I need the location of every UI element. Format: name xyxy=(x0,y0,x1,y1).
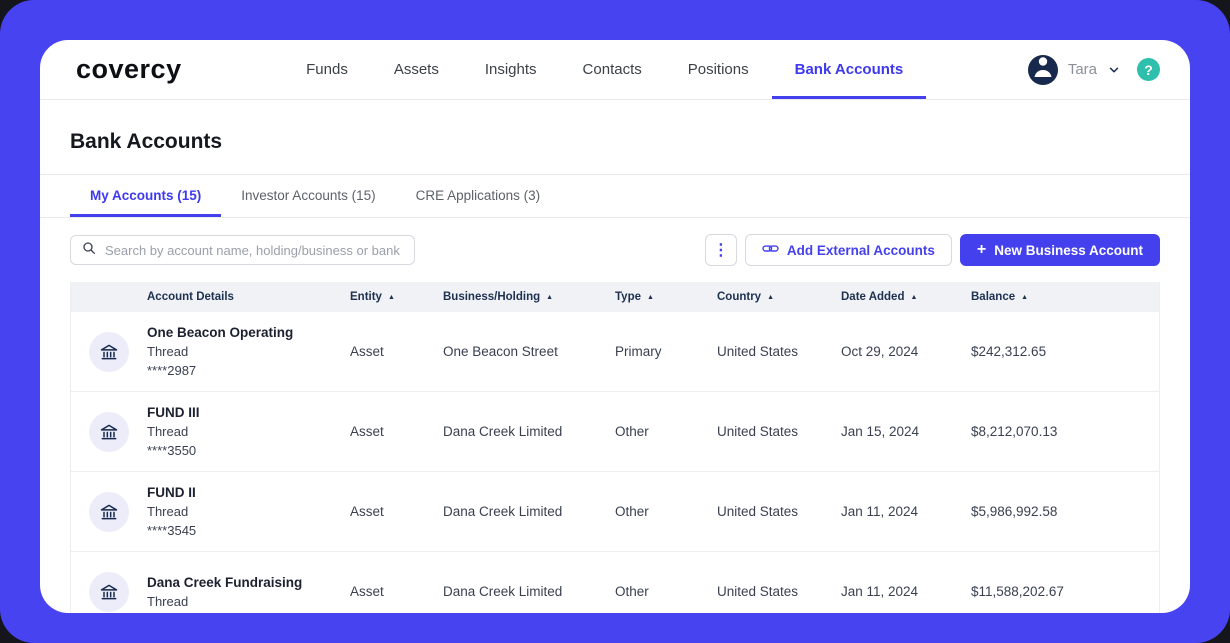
business-cell: Dana Creek Limited xyxy=(443,424,563,439)
sort-asc-icon[interactable]: ▲ xyxy=(647,294,654,301)
add-external-accounts-button[interactable]: Add External Accounts xyxy=(744,234,952,266)
account-name: FUND II xyxy=(147,485,196,500)
account-details-cell: Dana Creek Fundraising Thread xyxy=(147,573,350,611)
sort-asc-icon[interactable]: ▲ xyxy=(546,294,553,301)
sort-asc-icon[interactable]: ▲ xyxy=(910,294,917,301)
purple-frame: covercy Funds Assets Insights Contacts P… xyxy=(0,0,1230,643)
table-row[interactable]: Dana Creek Fundraising Thread Asset Dana… xyxy=(71,552,1159,613)
account-bank: Thread xyxy=(147,344,189,359)
nav-item-funds[interactable]: Funds xyxy=(283,40,371,99)
plus-icon: + xyxy=(976,240,987,258)
tab-cre-applications[interactable]: CRE Applications (3) xyxy=(396,175,561,217)
account-bank: Thread xyxy=(147,424,189,439)
user-name: Tara xyxy=(1067,61,1097,78)
help-icon[interactable]: ? xyxy=(1137,58,1160,81)
kebab-icon: ⋮ xyxy=(712,242,729,259)
type-cell: Primary xyxy=(615,344,662,359)
account-name: Dana Creek Fundraising xyxy=(147,574,303,590)
new-business-account-label: New Business Account xyxy=(994,242,1143,258)
business-cell: Dana Creek Limited xyxy=(443,584,563,599)
account-number: ****3545 xyxy=(147,523,197,538)
date-added-cell: Jan 15, 2024 xyxy=(841,424,920,439)
country-cell: United States xyxy=(717,424,799,439)
link-icon xyxy=(762,240,779,260)
account-bank: Thread xyxy=(147,504,189,519)
balance-cell: $242,312.65 xyxy=(971,344,1047,359)
sort-asc-icon[interactable]: ▲ xyxy=(388,294,395,301)
column-account-details: Account Details xyxy=(147,291,234,303)
nav-item-assets[interactable]: Assets xyxy=(371,40,462,99)
table-row[interactable]: FUND III Thread ****3550 Asset Dana Cree… xyxy=(71,392,1159,472)
page-content: Bank Accounts My Accounts (15) Investor … xyxy=(40,130,1190,613)
nav-item-contacts[interactable]: Contacts xyxy=(560,40,665,99)
column-type[interactable]: Type ▲ xyxy=(615,291,717,303)
tab-bar: My Accounts (15) Investor Accounts (15) … xyxy=(40,174,1190,218)
user-avatar[interactable] xyxy=(1027,54,1058,85)
bank-icon xyxy=(89,331,129,372)
top-nav: covercy Funds Assets Insights Contacts P… xyxy=(40,40,1190,100)
date-added-cell: Jan 11, 2024 xyxy=(841,504,919,519)
search-icon xyxy=(81,240,97,261)
account-bank: Thread xyxy=(147,593,189,609)
balance-cell: $8,212,070.13 xyxy=(971,424,1058,439)
page-title: Bank Accounts xyxy=(70,130,223,153)
account-details-cell: FUND III Thread ****3550 xyxy=(147,403,350,460)
user-area: Tara ? xyxy=(1027,40,1160,99)
tab-my-accounts[interactable]: My Accounts (15) xyxy=(70,175,222,217)
balance-cell: $5,986,992.58 xyxy=(971,504,1058,519)
chevron-down-icon[interactable] xyxy=(1107,63,1121,77)
column-entity[interactable]: Entity ▲ xyxy=(350,291,443,303)
country-cell: United States xyxy=(717,504,799,519)
country-cell: United States xyxy=(717,344,799,359)
table-row[interactable]: One Beacon Operating Thread ****2987 Ass… xyxy=(71,312,1159,392)
type-cell: Other xyxy=(615,584,649,599)
sort-asc-icon[interactable]: ▲ xyxy=(767,294,774,301)
app-window: covercy Funds Assets Insights Contacts P… xyxy=(40,40,1190,613)
add-external-accounts-label: Add External Accounts xyxy=(786,242,935,258)
date-added-cell: Oct 29, 2024 xyxy=(841,344,919,359)
table-row[interactable]: FUND II Thread ****3545 Asset Dana Creek… xyxy=(71,472,1159,552)
account-number: ****2987 xyxy=(147,363,197,378)
search-box[interactable] xyxy=(70,235,415,265)
account-number: ****3550 xyxy=(147,443,197,458)
balance-cell: $11,588,202.67 xyxy=(971,584,1064,599)
business-cell: Dana Creek Limited xyxy=(443,504,563,519)
toolbar: ⋮ Add External Accounts + New Business A… xyxy=(70,234,1160,266)
column-balance[interactable]: Balance ▲ xyxy=(971,291,1159,303)
business-cell: One Beacon Street xyxy=(443,344,558,359)
accounts-table: Account Details Entity ▲ Business/Holding… xyxy=(70,282,1160,613)
account-name: One Beacon Operating xyxy=(147,325,294,340)
person-icon xyxy=(1028,55,1058,85)
table-header: Account Details Entity ▲ Business/Holding… xyxy=(71,282,1159,312)
nav-item-insights[interactable]: Insights xyxy=(462,40,560,99)
nav-item-bank-accounts[interactable]: Bank Accounts xyxy=(771,40,927,99)
tab-investor-accounts[interactable]: Investor Accounts (15) xyxy=(221,175,395,217)
entity-cell: Asset xyxy=(350,504,384,519)
account-details-cell: FUND II Thread ****3545 xyxy=(147,483,350,540)
account-name: FUND III xyxy=(147,405,200,420)
type-cell: Other xyxy=(615,424,649,439)
type-cell: Other xyxy=(615,504,649,519)
date-added-cell: Jan 11, 2024 xyxy=(841,584,919,599)
bank-icon xyxy=(89,491,129,532)
column-date-added[interactable]: Date Added ▲ xyxy=(841,291,971,303)
bank-icon xyxy=(89,411,129,452)
toolbar-actions: ⋮ Add External Accounts + New Business A… xyxy=(704,234,1160,266)
entity-cell: Asset xyxy=(350,584,384,599)
nav-item-positions[interactable]: Positions xyxy=(665,40,772,99)
entity-cell: Asset xyxy=(350,344,384,359)
account-details-cell: One Beacon Operating Thread ****2987 xyxy=(147,323,350,380)
new-business-account-button[interactable]: + New Business Account xyxy=(959,234,1160,266)
main-nav: Funds Assets Insights Contacts Positions… xyxy=(182,40,1028,99)
covercy-logo: covercy xyxy=(76,54,182,84)
column-country[interactable]: Country ▲ xyxy=(717,291,841,303)
entity-cell: Asset xyxy=(350,424,384,439)
bank-icon xyxy=(89,571,129,612)
column-business-holding[interactable]: Business/Holding ▲ xyxy=(443,291,615,303)
more-options-button[interactable]: ⋮ xyxy=(704,234,737,266)
sort-asc-icon[interactable]: ▲ xyxy=(1021,294,1028,301)
search-input[interactable] xyxy=(105,242,404,258)
country-cell: United States xyxy=(717,584,799,599)
